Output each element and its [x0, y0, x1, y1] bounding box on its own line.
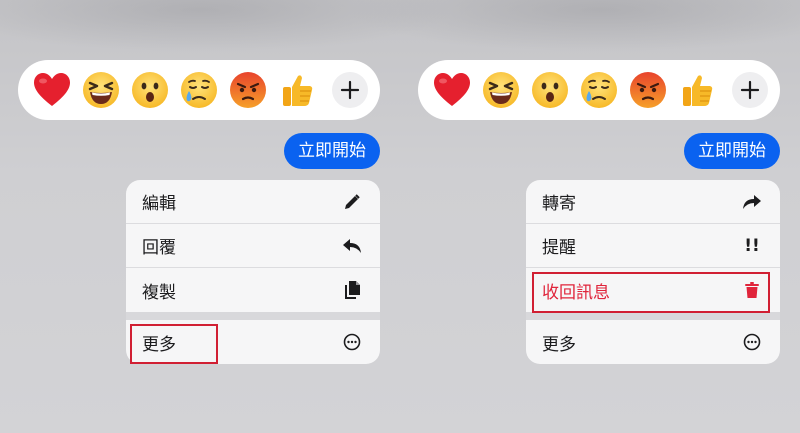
message-bubble[interactable]: 立即開始 — [284, 133, 380, 169]
menu-item-reply[interactable]: 回覆 — [126, 224, 380, 268]
message-bubble[interactable]: 立即開始 — [684, 133, 780, 169]
surprised-reaction-icon[interactable] — [530, 70, 570, 110]
menu-item-more[interactable]: 更多 — [126, 320, 380, 364]
reaction-bar — [418, 60, 780, 120]
angry-reaction-icon[interactable] — [228, 70, 268, 110]
add-reaction-button[interactable] — [732, 72, 768, 108]
angry-reaction-icon[interactable] — [628, 70, 668, 110]
trash-icon — [742, 280, 762, 300]
menu-item-remind[interactable]: 提醒 !! — [526, 224, 780, 268]
more-circle-icon — [342, 332, 362, 352]
menu-item-edit[interactable]: 編輯 — [126, 180, 380, 224]
plus-icon — [740, 80, 760, 100]
laughing-reaction-icon[interactable] — [481, 70, 521, 110]
pencil-icon — [342, 192, 362, 212]
heart-reaction-icon[interactable] — [432, 70, 472, 110]
left-panel: 立即開始 編輯 回覆 複製 更多 — [0, 0, 400, 433]
menu-item-forward[interactable]: 轉寄 — [526, 180, 780, 224]
thumbs-up-reaction-icon[interactable] — [677, 70, 717, 110]
menu-item-label: 複製 — [142, 282, 176, 303]
more-circle-icon — [742, 332, 762, 352]
add-reaction-button[interactable] — [332, 72, 368, 108]
remind-icon: !! — [744, 235, 760, 256]
thumbs-up-reaction-icon[interactable] — [277, 70, 317, 110]
reply-icon — [342, 236, 362, 256]
menu-item-more[interactable]: 更多 — [526, 320, 780, 364]
menu-item-label: 回覆 — [142, 238, 176, 258]
menu-item-label: 更多 — [542, 334, 576, 355]
reaction-bar — [18, 60, 380, 120]
context-menu: 轉寄 提醒 !! 收回訊息 更多 — [526, 180, 780, 364]
laughing-reaction-icon[interactable] — [81, 70, 121, 110]
menu-item-copy[interactable]: 複製 — [126, 268, 380, 312]
surprised-reaction-icon[interactable] — [130, 70, 170, 110]
crying-reaction-icon[interactable] — [179, 70, 219, 110]
menu-item-label: 轉寄 — [542, 194, 576, 214]
context-menu: 編輯 回覆 複製 更多 — [126, 180, 380, 364]
menu-item-label: 編輯 — [142, 194, 176, 214]
menu-separator — [526, 312, 780, 320]
forward-icon — [742, 192, 762, 212]
menu-item-label: 提醒 — [542, 238, 576, 258]
copy-icon — [342, 280, 362, 300]
menu-item-label: 更多 — [142, 334, 176, 355]
crying-reaction-icon[interactable] — [579, 70, 619, 110]
menu-item-unsend[interactable]: 收回訊息 — [526, 268, 780, 312]
heart-reaction-icon[interactable] — [32, 70, 72, 110]
plus-icon — [340, 80, 360, 100]
right-panel: 立即開始 轉寄 提醒 !! 收回訊息 更多 — [400, 0, 800, 433]
menu-item-label: 收回訊息 — [542, 282, 610, 303]
menu-separator — [126, 312, 380, 320]
